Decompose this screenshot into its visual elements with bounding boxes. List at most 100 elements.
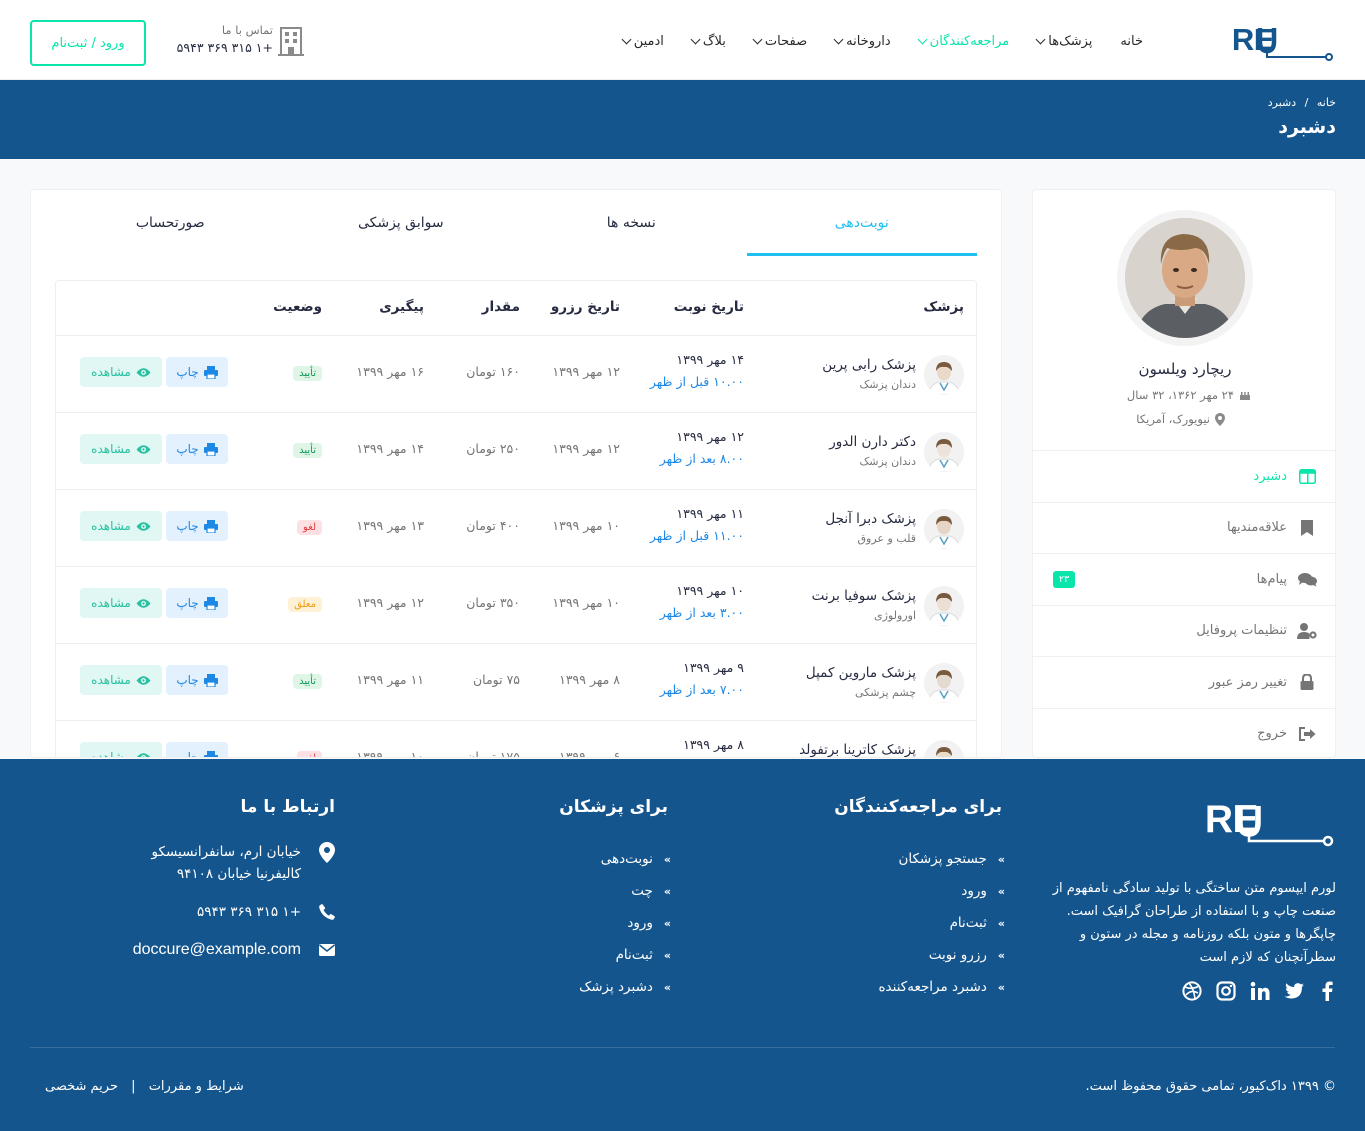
footer-patients-column: برای مراجعه‌کنندگان » جستجو پزشکان » ورود … — [802, 797, 1006, 1003]
col-header-status: وضعیت — [273, 299, 322, 315]
nav-pages[interactable]: صفحات — [752, 34, 807, 49]
doctor-name[interactable]: دکتر دارن الدور — [829, 434, 916, 450]
footer-link[interactable]: » دشبرد پزشک — [468, 971, 671, 1003]
tab-billing[interactable]: صورتحساب — [55, 190, 286, 256]
doctor-specialty: دندان پزشک — [859, 455, 916, 468]
footer-link[interactable]: » چت — [468, 875, 671, 907]
chevron-down-icon — [690, 34, 701, 44]
table-row: پزشک دبرا آنجل قلب و عروق ۱۱ مهر ۱۳۹۹ ۱۱.۰۰… — [56, 489, 976, 566]
menu-change-password[interactable]: تغییر رمز عبور — [1033, 656, 1337, 708]
view-button[interactable]: مشاهده — [80, 434, 162, 464]
print-button[interactable]: چاپ — [166, 588, 228, 618]
print-button[interactable]: چاپ — [166, 511, 228, 541]
doccure-logo[interactable]: DOCC RE — [1176, 20, 1336, 64]
footer-policy-links: شرایط و مقررات | حریم شخصی — [45, 1079, 244, 1094]
dashboard-tabs: نوبت‌دهی نسخه ها سوابق پزشکی صورتحساب — [55, 190, 977, 256]
building-icon — [278, 25, 304, 57]
tab-prescriptions[interactable]: نسخه ها — [516, 190, 747, 256]
menu-favourites[interactable]: علاقه‌مندیها — [1033, 501, 1337, 554]
footer-logo[interactable]: DOCC RE — [1134, 797, 1336, 849]
footer-about: لورم ایپسوم متن ساختگی با تولید سادگی نا… — [1052, 881, 1336, 965]
print-icon — [203, 673, 218, 687]
tab-medical-records[interactable]: سوابق پزشکی — [286, 190, 517, 256]
footer-link[interactable]: » جستجو پزشکان — [802, 843, 1005, 875]
status-badge: لغو — [296, 751, 322, 757]
footer-link[interactable]: » ورود — [802, 875, 1005, 907]
contact-phone[interactable]: +۱ ۳۱۵ ۳۶۹ ۵۹۴۳ — [163, 38, 273, 58]
menu-messages[interactable]: پیام‌ها ۲۳ — [1033, 553, 1337, 605]
doctor-avatar[interactable] — [924, 432, 964, 472]
doctor-avatar[interactable] — [924, 663, 964, 703]
instagram-icon[interactable] — [1216, 981, 1236, 1001]
doctor-avatar[interactable] — [924, 509, 964, 549]
header: DOCC RE خانه پزشک‌ها مراجعه‌کنندگان دارو… — [0, 0, 1365, 80]
login-register-button[interactable]: ورود / ثبت‌نام — [30, 20, 146, 66]
view-button[interactable]: مشاهده — [80, 511, 162, 541]
nav-patients[interactable]: مراجعه‌کنندگان — [917, 34, 1009, 49]
footer-divider — [30, 1047, 1335, 1048]
amount: ۲۵۰ تومان — [466, 441, 520, 456]
doctor-avatar[interactable] — [924, 586, 964, 626]
followup-date: ۱۱ مهر ۱۳۹۹ — [356, 672, 424, 687]
nav-doctors[interactable]: پزشک‌ها — [1035, 34, 1092, 49]
map-marker-icon — [1215, 412, 1225, 426]
doctor-name[interactable]: پزشک رابی پرین — [822, 357, 916, 373]
menu-logout[interactable]: خروج — [1033, 707, 1337, 760]
footer-link[interactable]: » ورود — [468, 907, 671, 939]
dribbble-icon[interactable] — [1182, 981, 1202, 1001]
patient-name: ریچارد ویلسون — [1138, 360, 1232, 378]
breadcrumb-home[interactable]: خانه — [1317, 96, 1336, 109]
footer-link[interactable]: » رزرو نوبت — [802, 939, 1005, 971]
nav-admin[interactable]: ادمین — [621, 34, 664, 49]
doctor-avatar[interactable] — [924, 740, 964, 757]
footer-contact-column: ارتباط با ما خیابان ارم، سانفرانسیسکو کال… — [125, 797, 335, 961]
print-button[interactable]: چاپ — [166, 665, 228, 695]
map-marker-icon — [319, 842, 335, 863]
footer-link[interactable]: » ثبت‌نام — [468, 939, 672, 971]
table-row: پزشک رابی پرین دندان پزشک ۱۴ مهر ۱۳۹۹ ۱۰.۰۰… — [56, 335, 976, 412]
nav-pharmacy[interactable]: داروخانه — [833, 34, 891, 49]
view-button[interactable]: مشاهده — [80, 665, 162, 695]
view-button[interactable]: مشاهده — [80, 742, 162, 757]
col-header-followup: پیگیری — [379, 299, 424, 315]
footer-link[interactable]: » ثبت‌نام — [802, 907, 1006, 939]
print-button[interactable]: چاپ — [166, 357, 228, 387]
privacy-link[interactable]: حریم شخصی — [45, 1079, 118, 1094]
print-icon — [203, 519, 218, 533]
print-button[interactable]: چاپ — [166, 434, 228, 464]
breadcrumb: خانه / دشبرد — [1268, 96, 1336, 109]
doctor-name[interactable]: پزشک سوفیا برنت — [812, 588, 916, 604]
appointment-date: ۱۴ مهر ۱۳۹۹ — [676, 352, 744, 367]
facebook-icon[interactable] — [1318, 981, 1336, 1001]
footer-link[interactable]: » دشبرد مراجعه‌کننده — [802, 971, 1005, 1003]
terms-link[interactable]: شرایط و مقررات — [149, 1079, 244, 1094]
envelope-icon — [319, 944, 335, 956]
footer-address: خیابان ارم، سانفرانسیسکو کالیفرنیا خیابان… — [125, 841, 335, 885]
linkedin-icon[interactable] — [1250, 981, 1270, 1001]
col-header-booking-date: تاریخ رزرو — [550, 299, 620, 315]
col-header-doctor: پزشک — [923, 299, 964, 315]
footer: DOCC RE لورم ایپسوم متن ساختگی با تولید … — [0, 759, 1365, 1131]
angle-double-right-icon: » — [997, 980, 1005, 994]
footer-link[interactable]: » نوبت‌دهی — [468, 843, 671, 875]
menu-dashboard[interactable]: دشبرد — [1033, 450, 1337, 502]
doctor-name[interactable]: پزشک دبرا آنجل — [825, 511, 916, 527]
status-badge: معلق — [288, 597, 322, 612]
doctor-avatar[interactable] — [924, 355, 964, 395]
doctor-name[interactable]: پزشک ماروین کمپل — [806, 665, 916, 681]
appointments-card: نوبت‌دهی نسخه ها سوابق پزشکی صورتحساب پز… — [30, 189, 1002, 758]
bookmark-icon — [1297, 519, 1317, 537]
view-button[interactable]: مشاهده — [80, 357, 162, 387]
view-button[interactable]: مشاهده — [80, 588, 162, 618]
nav-home[interactable]: خانه — [1120, 34, 1143, 49]
footer-doctors-column: برای پزشکان » نوبت‌دهی » چت » ورود » ثبت‌نام… — [468, 797, 672, 1003]
doctor-name[interactable]: پزشک کاترینا برتفولد — [799, 742, 916, 757]
nav-blog[interactable]: بلاگ — [690, 34, 726, 49]
twitter-icon[interactable] — [1284, 981, 1304, 1001]
doctor-specialty: قلب و عروق — [857, 532, 917, 545]
table-row: پزشک سوفیا برنت اورولوژی ۱۰ مهر ۱۳۹۹ ۳.۰۰ ب… — [56, 566, 976, 643]
booking-date: ۱۲ مهر ۱۳۹۹ — [552, 364, 620, 379]
tab-appointments[interactable]: نوبت‌دهی — [746, 190, 978, 256]
menu-profile-settings[interactable]: تنظیمات پروفایل — [1033, 604, 1337, 657]
print-button[interactable]: چاپ — [166, 742, 228, 757]
